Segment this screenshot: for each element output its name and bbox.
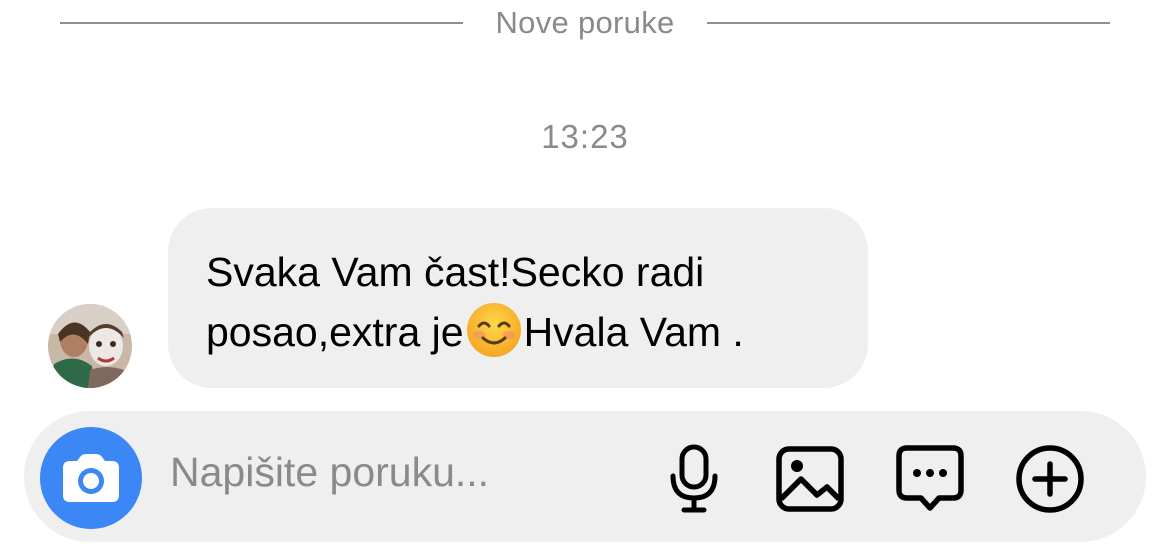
message-input[interactable]: Napišite poruku...: [170, 449, 489, 496]
message-dots-icon: [896, 445, 964, 511]
new-messages-label: Nove poruke: [495, 5, 675, 40]
chat-screen: Nove poruke 13:23 Svaka Vam čast!Secko r…: [0, 0, 1170, 546]
avatar-photo-icon: [48, 304, 132, 388]
message-timestamp: 13:23: [541, 118, 629, 155]
sticker-button[interactable]: [894, 443, 966, 515]
plus-circle-icon: [1016, 445, 1084, 513]
microphone-icon: [670, 444, 718, 513]
message-composer: Napišite poruku...: [24, 411, 1146, 542]
message-text-line-2: posao,extra je Hvala Vam .: [206, 302, 830, 362]
divider-line-left: [60, 22, 464, 24]
image-icon: [776, 446, 844, 512]
new-messages-divider: Nove poruke: [60, 0, 1111, 46]
message-text-line-1: Svaka Vam čast!Secko radi: [206, 249, 705, 295]
camera-icon: [63, 454, 119, 502]
sender-avatar[interactable]: [48, 304, 132, 388]
gallery-button[interactable]: [774, 443, 846, 515]
message-text-part: Hvala Vam .: [523, 309, 744, 355]
message-bubble[interactable]: Svaka Vam čast!Secko radi posao,extra je…: [168, 208, 868, 388]
camera-button[interactable]: [40, 427, 142, 529]
smiling-face-emoji-icon: [466, 303, 521, 357]
more-options-button[interactable]: [1014, 443, 1086, 515]
voice-message-button[interactable]: [658, 443, 730, 515]
message-text-part: posao,extra je: [206, 309, 464, 355]
divider-line-right: [706, 22, 1111, 24]
